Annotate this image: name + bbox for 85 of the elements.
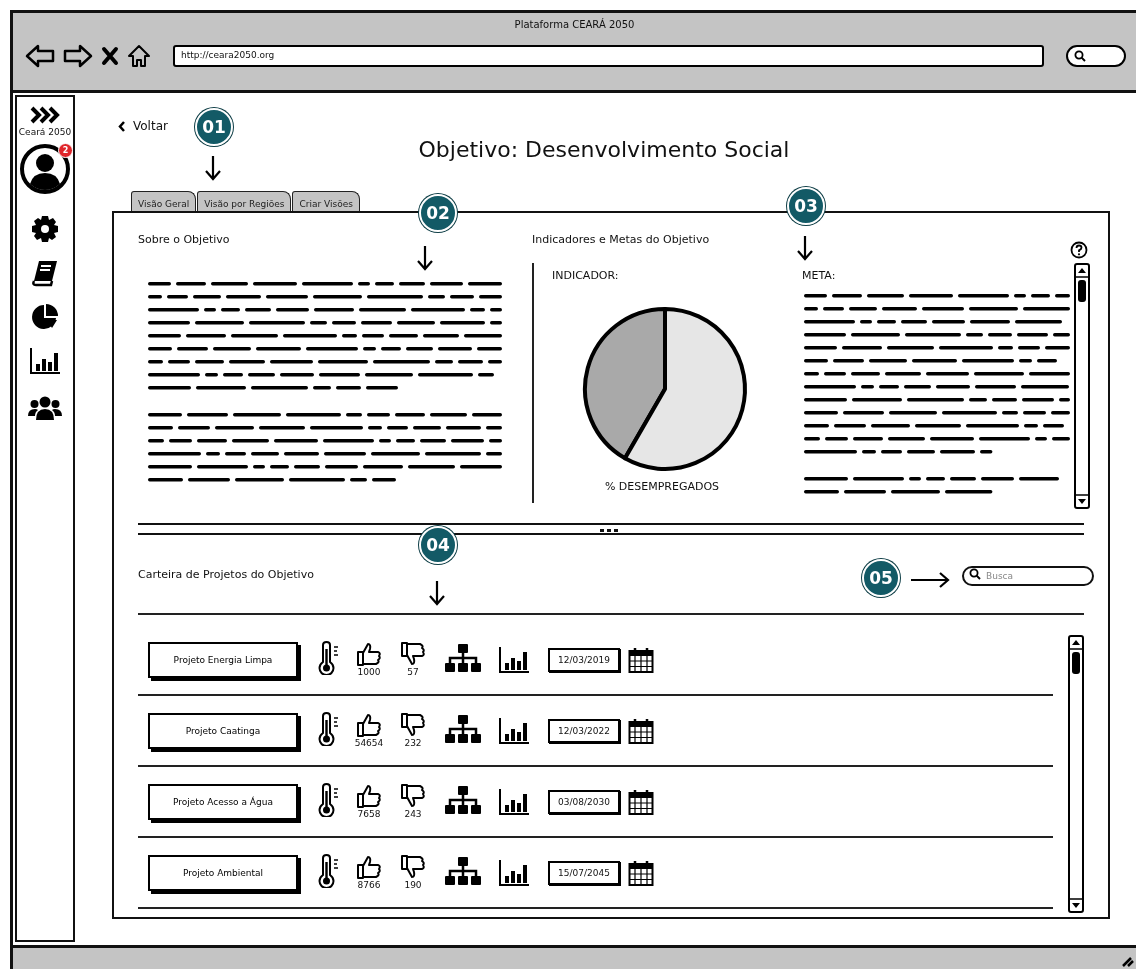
bar-chart-icon[interactable] (29, 347, 61, 375)
search-icon (969, 568, 981, 580)
dislike-count: 57 (407, 667, 419, 677)
like-count: 1000 (357, 667, 381, 677)
pointer-arrow (910, 572, 950, 588)
user-avatar-icon[interactable] (19, 143, 71, 195)
chart-caption: % DESEMPREGADOS (603, 480, 721, 493)
date-field[interactable]: 15/07/2045 (548, 860, 620, 885)
bar-chart-icon[interactable] (498, 645, 530, 674)
thumbs-down-icon[interactable] (400, 855, 426, 879)
thumbs-up-icon[interactable] (356, 713, 382, 737)
project-button[interactable]: Projeto Ambiental (148, 854, 298, 891)
brand-name: Ceará 2050 (18, 127, 72, 137)
pointer-arrow (417, 245, 433, 271)
like-count: 8766 (357, 880, 381, 890)
like-count: 7658 (357, 809, 381, 819)
callout-badge: 01 (195, 108, 233, 146)
search-field[interactable] (1066, 45, 1126, 67)
thumbs-up-icon[interactable] (356, 855, 382, 879)
bar-chart-icon[interactable] (498, 716, 530, 745)
thumbs-up-icon[interactable] (356, 784, 382, 808)
date-field[interactable]: 12/03/2022 (548, 718, 620, 743)
dislike-count: 243 (404, 809, 422, 819)
pie-chart-icon[interactable] (31, 303, 59, 331)
tab[interactable]: Visão Geral (131, 191, 197, 211)
callout-badge: 03 (787, 187, 825, 225)
book-icon[interactable] (31, 259, 59, 287)
callout-badge: 02 (419, 194, 457, 232)
thumbs-down-icon[interactable] (400, 784, 426, 808)
calendar-icon[interactable] (628, 717, 654, 744)
dislike-count: 232 (404, 738, 422, 748)
hierarchy-icon[interactable] (444, 784, 482, 815)
tab[interactable]: Visão por Regiões (197, 191, 292, 211)
calendar-icon[interactable] (628, 646, 654, 673)
window-title: Plataforma CEARÁ 2050 (514, 19, 635, 30)
thermometer-icon[interactable] (318, 853, 340, 888)
like-count: 54654 (354, 738, 384, 748)
page-title: Objetivo: Desenvolvimento Social (418, 137, 790, 162)
back-arrow-icon[interactable] (25, 44, 55, 68)
thermometer-icon[interactable] (318, 640, 340, 675)
section-title: Indicadores e Metas do Objetivo (532, 233, 710, 246)
section-title: Sobre o Objetivo (138, 233, 231, 246)
section-title: Carteira de Projetos do Objetivo (138, 567, 314, 581)
thumbs-down-icon[interactable] (400, 642, 426, 666)
home-icon[interactable] (127, 44, 151, 68)
hierarchy-icon[interactable] (444, 642, 482, 673)
bar-chart-icon[interactable] (498, 787, 530, 816)
resize-handle[interactable] (600, 529, 618, 533)
date-field[interactable]: 03/08/2030 (548, 789, 620, 814)
hierarchy-icon[interactable] (444, 855, 482, 886)
search-icon (1074, 50, 1086, 62)
back-link[interactable]: Voltar (118, 119, 168, 133)
settings-icon[interactable] (31, 215, 59, 243)
help-icon[interactable] (1070, 241, 1088, 259)
thumbs-down-icon[interactable] (400, 713, 426, 737)
users-icon[interactable] (28, 395, 62, 421)
project-button[interactable]: Projeto Energia Limpa (148, 641, 298, 678)
bar-chart-icon[interactable] (498, 858, 530, 887)
scrollbar[interactable] (1068, 635, 1084, 913)
project-button[interactable]: Projeto Caatinga (148, 712, 298, 749)
thermometer-icon[interactable] (318, 711, 340, 746)
calendar-icon[interactable] (628, 788, 654, 815)
thermometer-icon[interactable] (318, 782, 340, 817)
dislike-count: 190 (404, 880, 422, 890)
address-field[interactable]: http://ceara2050.org (173, 45, 1044, 67)
scrollbar[interactable] (1074, 263, 1090, 509)
callout-badge: 05 (862, 559, 900, 597)
pointer-arrow (429, 580, 445, 606)
date-field[interactable]: 12/03/2019 (548, 647, 620, 672)
goal-label: META: (802, 269, 837, 282)
chevrons-logo-icon[interactable] (29, 105, 61, 125)
forward-arrow-icon[interactable] (63, 44, 93, 68)
indicator-label: INDICADOR: (552, 269, 620, 282)
thumbs-up-icon[interactable] (356, 642, 382, 666)
search-field[interactable]: Busca (962, 566, 1094, 586)
project-button[interactable]: Projeto Acesso a Água (148, 783, 298, 820)
tab[interactable]: Criar Visões (292, 191, 360, 211)
chevron-icon (118, 120, 126, 132)
callout-badge: 04 (419, 526, 457, 564)
pointer-arrow (205, 155, 221, 181)
close-icon[interactable] (101, 46, 119, 66)
hierarchy-icon[interactable] (444, 713, 482, 744)
calendar-icon[interactable] (628, 859, 654, 886)
notification-badge: 2 (58, 143, 73, 158)
pointer-arrow (797, 235, 813, 261)
